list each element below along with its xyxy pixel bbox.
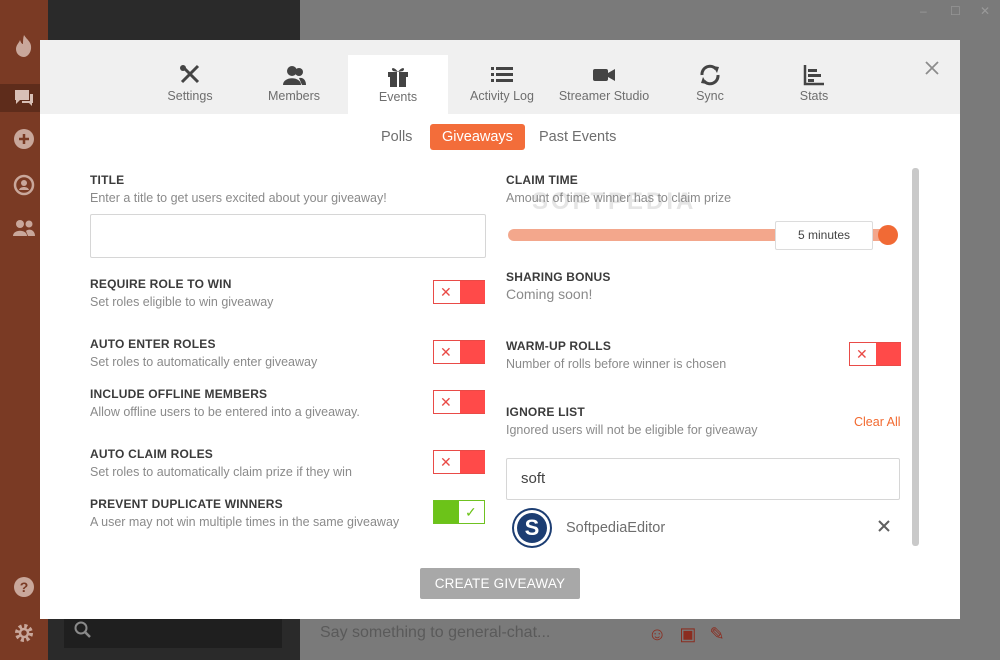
claim-time-label: CLAIM TIME [506,173,578,187]
emoji-icon[interactable]: ☺ [648,624,666,644]
include-offline-toggle[interactable]: ✕ [433,390,485,414]
maximize-button[interactable]: ☐ [950,4,961,18]
window-close-button[interactable]: ✕ [980,4,990,18]
result-username: SoftpediaEditor [566,520,666,536]
auto-claim-toggle[interactable]: ✕ [433,450,485,474]
auto-claim-label: AUTO CLAIM ROLES [90,447,213,461]
toggle-knob [460,391,485,413]
include-offline-desc: Allow offline users to be entered into a… [90,405,360,419]
clear-all-button[interactable]: Clear All [854,415,901,429]
chat-message-input[interactable]: Say something to general-chat... [320,624,550,642]
prevent-duplicate-label: PREVENT DUPLICATE WINNERS [90,497,283,511]
help-icon[interactable]: ? [12,576,36,600]
toggle-knob [460,281,485,303]
remove-result-button[interactable] [878,516,890,537]
close-icon [925,61,939,75]
subtab-polls[interactable]: Polls [369,124,424,150]
auto-claim-desc: Set roles to automatically claim prize i… [90,465,352,479]
toggle-knob [434,501,459,523]
ignore-search-input[interactable]: soft [506,458,900,500]
auto-enter-desc: Set roles to automatically enter giveawa… [90,355,318,369]
list-icon [491,67,513,82]
require-role-desc: Set roles eligible to win giveaway [90,295,274,309]
attachment-icon[interactable]: ✎ [709,624,724,644]
tab-streamer-studio[interactable]: Streamer Studio [554,54,654,114]
warmup-rolls-label: WARM-UP ROLLS [506,339,612,353]
create-giveaway-button[interactable]: CREATE GIVEAWAY [420,568,580,599]
tab-members[interactable]: Members [244,54,344,114]
x-icon: ✕ [440,284,452,300]
check-icon: ✓ [465,504,477,520]
ignore-list-desc: Ignored users will not be eligible for g… [506,423,758,437]
toggle-knob [460,451,485,473]
gear-icon[interactable] [12,622,36,646]
close-icon [878,520,890,532]
list-item[interactable]: S SoftpediaEditor [506,506,900,550]
svg-text:?: ? [20,579,29,595]
members-icon [283,66,306,85]
x-icon: ✕ [440,394,452,410]
add-server-icon[interactable] [12,128,36,152]
gift-icon [388,68,408,87]
tab-events[interactable]: Events [348,55,448,114]
claim-time-desc: Amount of time winner has to claim prize [506,191,732,205]
chat-tools: ☺ ▣ ✎ [648,624,725,645]
close-modal-button[interactable] [922,58,942,78]
tab-settings[interactable]: Settings [140,54,240,114]
toggle-knob [876,343,901,365]
toggle-knob [460,341,485,363]
sharing-bonus-label: SHARING BONUS [506,270,611,284]
tab-activity-log[interactable]: Activity Log [452,54,552,114]
warmup-rolls-toggle[interactable]: ✕ [849,342,901,366]
x-icon: ✕ [856,346,868,362]
bar-chart-icon [803,65,824,86]
subtab-giveaways[interactable]: Giveaways [430,124,525,150]
server-settings-modal: Settings Members Events Activity Log Str… [40,40,960,619]
x-icon: ✕ [440,454,452,470]
title-desc: Enter a title to get users excited about… [90,191,387,205]
ignore-list-label: IGNORE LIST [506,405,585,419]
prevent-duplicate-toggle[interactable]: ✓ [433,500,485,524]
wrench-icon [180,64,200,84]
sharing-bonus-value: Coming soon! [506,286,593,302]
auto-enter-toggle[interactable]: ✕ [433,340,485,364]
search-icon [74,621,91,638]
include-offline-label: INCLUDE OFFLINE MEMBERS [90,387,268,401]
minimize-button[interactable]: – [920,4,927,18]
prevent-duplicate-desc: A user may not win multiple times in the… [90,515,400,529]
auto-enter-label: AUTO ENTER ROLES [90,337,216,351]
tab-sync[interactable]: Sync [660,54,760,114]
refresh-user-icon[interactable] [12,174,36,198]
tab-stats[interactable]: Stats [764,54,864,114]
warmup-rolls-desc: Number of rolls before winner is chosen [506,357,727,371]
claim-time-value: 5 minutes [775,221,873,250]
camera-icon[interactable]: ▣ [679,624,696,644]
claim-time-slider-handle[interactable] [878,225,898,245]
require-role-label: REQUIRE ROLE TO WIN [90,277,232,291]
subtab-past-events[interactable]: Past Events [527,124,628,150]
friends-icon[interactable] [12,218,36,242]
flame-logo-icon[interactable] [12,34,36,58]
scrollbar[interactable] [912,168,919,546]
title-label: TITLE [90,173,125,187]
title-input[interactable] [90,214,486,258]
require-role-toggle[interactable]: ✕ [433,280,485,304]
avatar: S [514,510,550,546]
x-icon: ✕ [440,344,452,360]
video-camera-icon [593,69,615,81]
sync-icon [700,64,720,86]
